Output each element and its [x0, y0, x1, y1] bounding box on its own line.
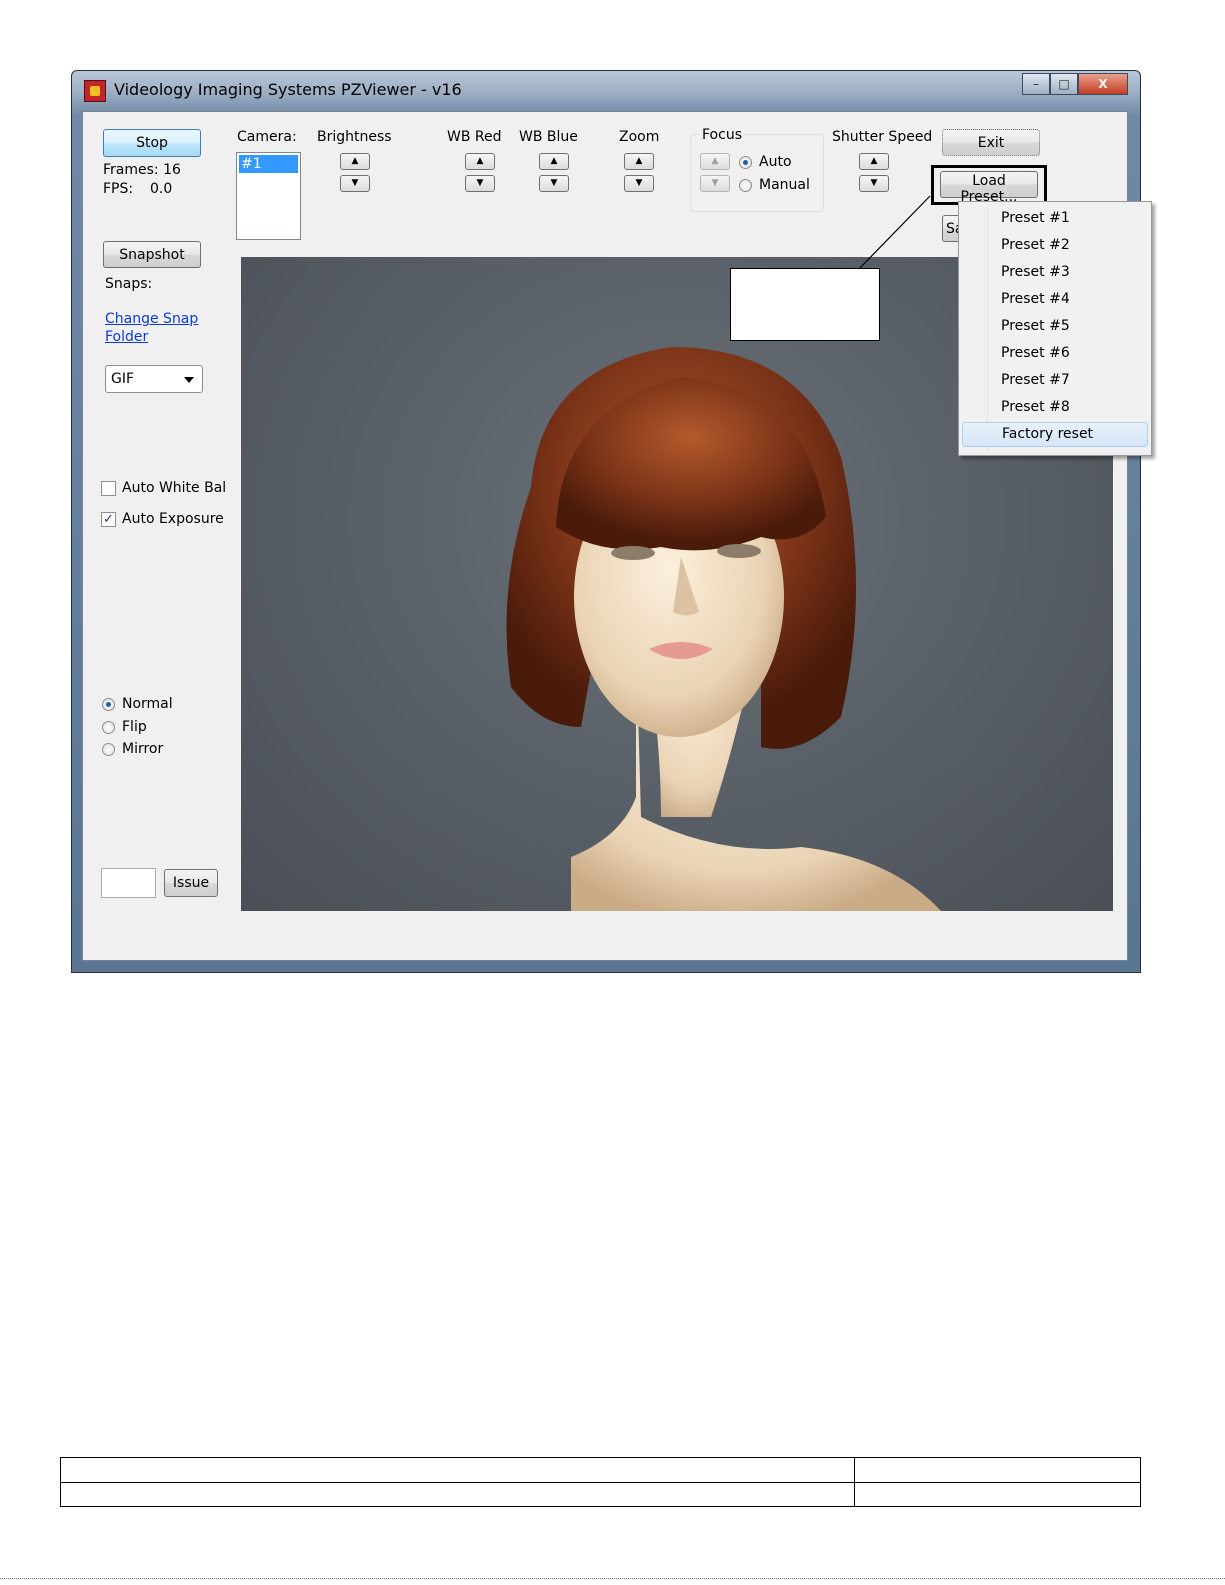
focus-auto-radio[interactable] [739, 156, 752, 169]
stop-button[interactable]: Stop [103, 129, 201, 157]
snaps-label: Snaps: [105, 276, 153, 292]
change-snap-folder-link[interactable]: Change Snap [105, 311, 198, 327]
wb-blue-down-button[interactable]: ▼ [539, 175, 569, 192]
issue-input[interactable] [101, 868, 156, 898]
auto-white-bal-checkbox[interactable] [101, 481, 116, 496]
window-title: Videology Imaging Systems PZViewer - v16 [114, 80, 462, 99]
arrow-up-icon: ▲ [351, 156, 359, 166]
issue-button[interactable]: Issue [164, 869, 218, 897]
zoom-label: Zoom [619, 129, 660, 145]
exit-button[interactable]: Exit [942, 129, 1040, 156]
menu-item-preset-8[interactable]: Preset #8 [962, 395, 1148, 420]
snap-format-value: GIF [111, 371, 135, 387]
orientation-normal-radio[interactable] [102, 698, 115, 711]
chevron-down-icon [184, 377, 194, 383]
focus-up-button[interactable]: ▲ [700, 153, 730, 170]
footer-table-row-divider [61, 1482, 1140, 1483]
zoom-up-button[interactable]: ▲ [624, 153, 654, 170]
preset-menu: Preset #1 Preset #2 Preset #3 Preset #4 … [958, 201, 1152, 456]
menu-item-preset-3[interactable]: Preset #3 [962, 260, 1148, 285]
arrow-up-icon: ▲ [870, 156, 878, 166]
page-bottom-border [0, 1578, 1225, 1579]
focus-manual-label: Manual [759, 177, 810, 193]
arrow-up-icon: ▲ [635, 156, 643, 166]
camera-listbox[interactable]: #1 [236, 152, 301, 240]
wb-blue-label: WB Blue [519, 129, 578, 145]
menu-item-preset-7[interactable]: Preset #7 [962, 368, 1148, 393]
orientation-flip-label: Flip [122, 719, 147, 735]
footer-table-column-divider [854, 1458, 855, 1506]
app-logo-icon [84, 80, 106, 102]
title-bar[interactable]: Videology Imaging Systems PZViewer - v16… [72, 71, 1140, 113]
arrow-up-icon: ▲ [550, 156, 558, 166]
menu-item-preset-5[interactable]: Preset #5 [962, 314, 1148, 339]
wb-red-up-button[interactable]: ▲ [465, 153, 495, 170]
arrow-down-icon: ▼ [711, 178, 719, 188]
brightness-down-button[interactable]: ▼ [340, 175, 370, 192]
menu-item-preset-4[interactable]: Preset #4 [962, 287, 1148, 312]
arrow-up-icon: ▲ [711, 156, 719, 166]
arrow-down-icon: ▼ [870, 178, 878, 188]
minimize-icon[interactable]: – [1022, 73, 1050, 95]
menu-item-factory-reset[interactable]: Factory reset [962, 422, 1148, 447]
change-snap-folder-link-line2[interactable]: Folder [105, 329, 148, 345]
wb-red-down-button[interactable]: ▼ [465, 175, 495, 192]
zoom-down-button[interactable]: ▼ [624, 175, 654, 192]
wb-blue-up-button[interactable]: ▲ [539, 153, 569, 170]
fps-value: 0.0 [150, 181, 173, 197]
camera-label: Camera: [237, 129, 297, 145]
orientation-flip-radio[interactable] [102, 721, 115, 734]
focus-manual-radio[interactable] [739, 179, 752, 192]
callout-leader-line [857, 195, 931, 271]
focus-down-button[interactable]: ▼ [700, 175, 730, 192]
footer-table [60, 1457, 1141, 1507]
load-preset-highlight [931, 165, 1047, 205]
frames-counter: Frames: 16 [103, 162, 181, 178]
shutter-up-button[interactable]: ▲ [859, 153, 889, 170]
auto-exposure-checkbox[interactable]: ✓ [101, 512, 116, 527]
snap-format-select[interactable]: GIF [105, 365, 203, 393]
wb-red-label: WB Red [447, 129, 502, 145]
orientation-mirror-radio[interactable] [102, 743, 115, 756]
snapshot-button[interactable]: Snapshot [103, 241, 201, 268]
auto-exposure-label: Auto Exposure [122, 511, 224, 527]
arrow-down-icon: ▼ [635, 178, 643, 188]
menu-item-preset-1[interactable]: Preset #1 [962, 206, 1148, 231]
arrow-up-icon: ▲ [476, 156, 484, 166]
brightness-label: Brightness [317, 129, 392, 145]
arrow-down-icon: ▼ [351, 178, 359, 188]
menu-item-preset-6[interactable]: Preset #6 [962, 341, 1148, 366]
callout-box [730, 268, 880, 341]
menu-item-preset-2[interactable]: Preset #2 [962, 233, 1148, 258]
fps-label: FPS: [103, 181, 134, 197]
orientation-mirror-label: Mirror [122, 741, 164, 757]
orientation-normal-label: Normal [122, 696, 173, 712]
arrow-down-icon: ▼ [476, 178, 484, 188]
close-icon[interactable]: X [1078, 73, 1128, 95]
focus-label: Focus [699, 127, 745, 143]
camera-item-1[interactable]: #1 [239, 155, 298, 173]
auto-white-bal-label: Auto White Bal [122, 480, 227, 496]
focus-auto-label: Auto [759, 154, 792, 170]
arrow-down-icon: ▼ [550, 178, 558, 188]
window-controls: – □ X [1022, 73, 1128, 97]
brightness-up-button[interactable]: ▲ [340, 153, 370, 170]
shutter-speed-label: Shutter Speed [832, 129, 933, 145]
focus-groupbox [690, 134, 824, 212]
maximize-icon[interactable]: □ [1050, 73, 1078, 95]
